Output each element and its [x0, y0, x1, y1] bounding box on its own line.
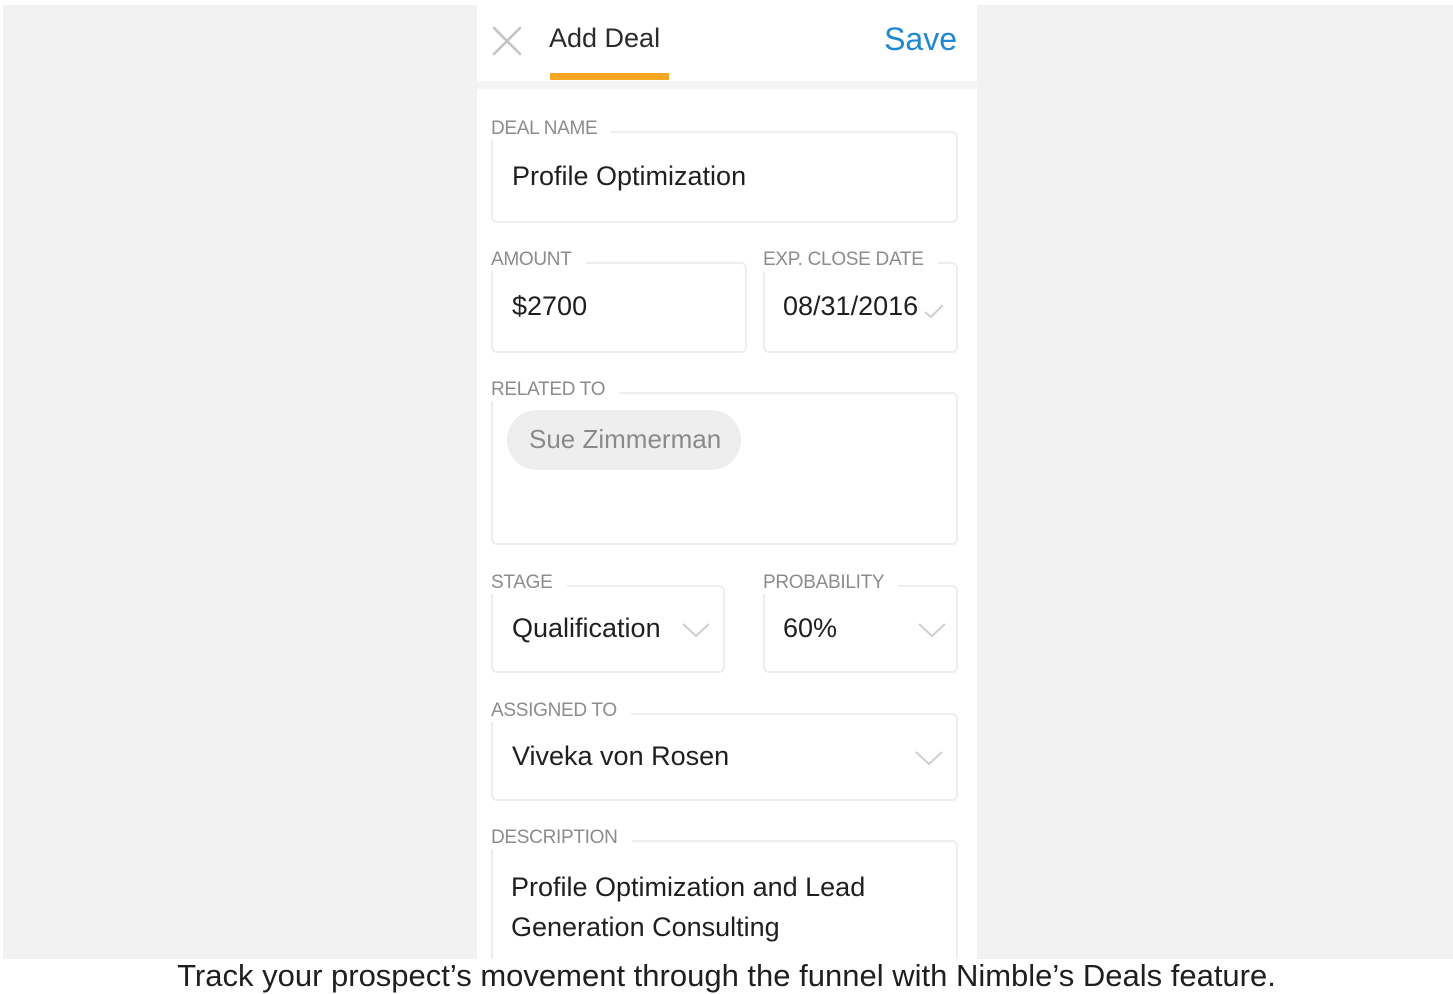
close-icon: [492, 26, 522, 56]
add-deal-panel: Add Deal Save Profile Optimization DEAL …: [477, 5, 977, 959]
close-button[interactable]: [491, 25, 523, 57]
amount-field[interactable]: $2700: [491, 262, 747, 353]
assigned-to-label: ASSIGNED TO: [491, 700, 631, 722]
chevron-down-icon: [917, 621, 947, 639]
amount-label: AMOUNT: [491, 249, 586, 271]
probability-value: 60%: [783, 613, 838, 643]
probability-select[interactable]: 60%: [763, 585, 958, 673]
checkmark-icon: [923, 302, 945, 320]
stage-select[interactable]: Qualification: [491, 585, 725, 673]
related-contact-name: Sue Zimmerman: [529, 424, 722, 454]
deal-name-value: Profile Optimization: [512, 161, 747, 191]
stage-value: Qualification: [512, 613, 661, 643]
assigned-to-value: Viveka von Rosen: [512, 741, 730, 771]
related-contact-chip[interactable]: Sue Zimmerman: [507, 410, 741, 470]
image-caption: Track your prospect’s movement through t…: [177, 958, 1276, 993]
chevron-down-icon: [914, 749, 944, 767]
page-title: Add Deal: [549, 23, 661, 53]
assigned-to-select[interactable]: Viveka von Rosen: [491, 713, 958, 801]
chevron-down-icon: [681, 621, 711, 639]
probability-label: PROBABILITY: [763, 572, 899, 594]
deal-name-label: DEAL NAME: [491, 118, 612, 140]
panel-header: Add Deal Save: [477, 5, 977, 89]
close-date-value: 08/31/2016: [783, 291, 919, 321]
amount-value: $2700: [512, 291, 588, 321]
description-value: Profile Optimization and Lead Generation…: [511, 872, 866, 942]
close-date-field[interactable]: 08/31/2016: [763, 262, 958, 353]
active-tab-indicator: [550, 73, 669, 80]
save-button[interactable]: Save: [884, 21, 957, 58]
stage-label: STAGE: [491, 572, 567, 594]
description-label: DESCRIPTION: [491, 827, 632, 849]
deal-name-field[interactable]: Profile Optimization: [491, 131, 958, 223]
related-to-label: RELATED TO: [491, 379, 620, 401]
close-date-label: EXP. CLOSE DATE: [763, 249, 938, 271]
